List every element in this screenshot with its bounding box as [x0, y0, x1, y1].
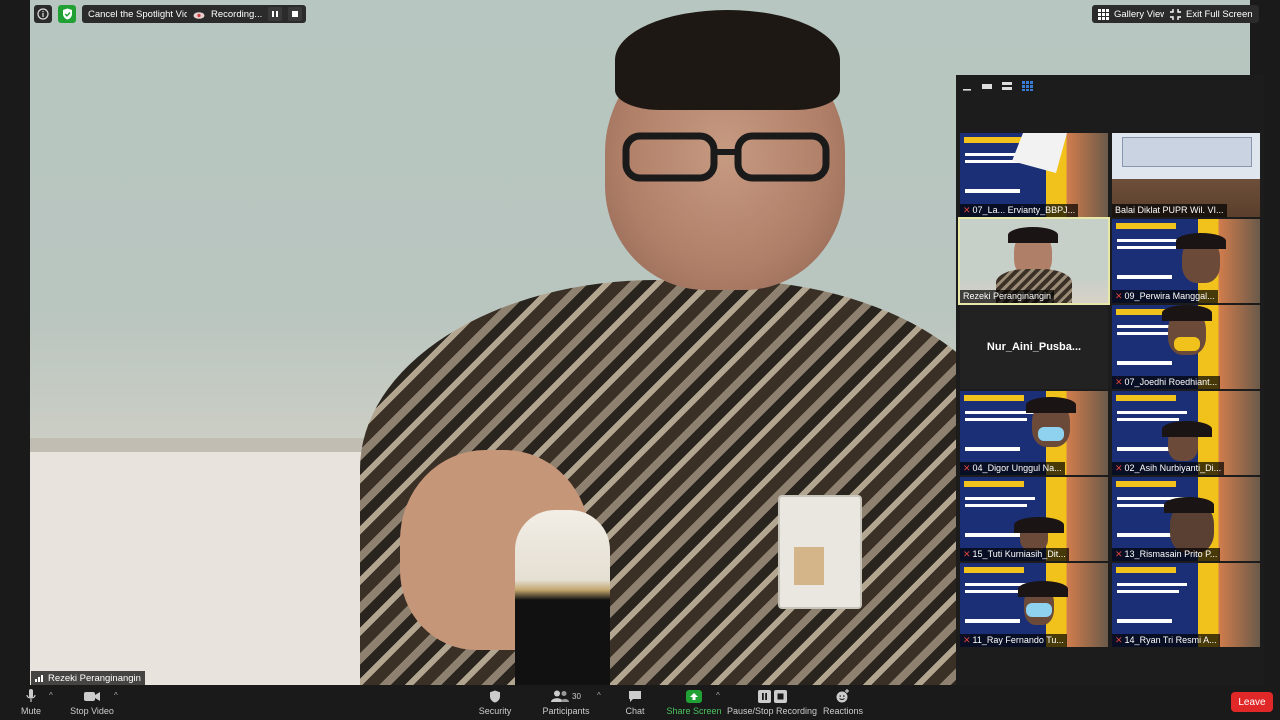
exit-fullscreen-label: Exit Full Screen	[1186, 8, 1253, 20]
muted-mic-icon: ✕	[1115, 463, 1123, 473]
muted-mic-icon: ✕	[1115, 291, 1123, 301]
participant-name: Balai Diklat PUPR Wil. VI...	[1115, 205, 1224, 215]
muted-mic-icon: ✕	[1115, 549, 1123, 559]
participant-name: 14_Ryan Tri Resmi A...	[1124, 635, 1217, 645]
stop-video-button[interactable]: Stop Video	[68, 685, 116, 720]
gallery-side-panel: ✕ 07_La... Ervianty_BBPJ... Balai Diklat …	[956, 75, 1264, 685]
speaker-name: Rezeki Peranginangin	[48, 672, 141, 684]
participant-name: Rezeki Peranginangin	[963, 291, 1052, 301]
mute-options-caret[interactable]: ^	[49, 691, 53, 700]
participant-tile[interactable]: ✕ 04_Digor Unggul Na...	[960, 391, 1108, 475]
security-label: Security	[478, 706, 512, 716]
grid-icon	[1098, 8, 1109, 20]
chat-button[interactable]: Chat	[620, 685, 650, 720]
stop-recording-icon[interactable]	[288, 7, 303, 21]
participant-tile[interactable]: ✕ 07_Joedhi Roedhiant...	[1112, 305, 1260, 389]
participant-name: 11_Ray Fernando Tu...	[972, 635, 1064, 645]
participant-name: Nur_Aini_Pusba...	[986, 341, 1082, 353]
share-screen-icon	[686, 689, 702, 703]
muted-mic-icon: ✕	[963, 635, 971, 645]
speaker-glasses	[622, 132, 830, 182]
pause-recording-label: Pause/Stop Recording	[726, 706, 818, 716]
signal-bars-icon	[35, 675, 43, 682]
participants-count: 30	[572, 691, 581, 701]
muted-mic-icon: ✕	[1115, 377, 1123, 387]
participants-button[interactable]: 30 Participants	[540, 685, 592, 720]
muted-mic-icon: ✕	[963, 205, 971, 215]
participants-icon	[551, 690, 570, 702]
participant-tile-active-speaker[interactable]: Rezeki Peranginangin	[958, 217, 1110, 305]
muted-mic-icon: ✕	[963, 549, 971, 559]
video-options-caret[interactable]: ^	[114, 691, 118, 700]
pause-recording-icon[interactable]	[268, 7, 283, 21]
participant-name: 04_Digor Unggul Na...	[972, 463, 1062, 473]
participant-name: 07_Joedhi Roedhiant...	[1124, 377, 1218, 387]
id-badge	[778, 495, 862, 609]
smiley-plus-icon	[836, 689, 849, 703]
participants-label: Participants	[542, 706, 590, 716]
muted-mic-icon: ✕	[963, 463, 971, 473]
chat-label: Chat	[625, 706, 645, 716]
participant-tile[interactable]: ✕ 15_Tuti Kurniasih_Dit...	[960, 477, 1108, 561]
thumbnail-view-icon[interactable]	[981, 81, 993, 91]
participant-name: 02_Asih Nurbiyanti_Di...	[1124, 463, 1222, 473]
reactions-label: Reactions	[822, 706, 864, 716]
participant-name: 13_Rismasain Prito P...	[1124, 549, 1218, 559]
recording-label: Recording...	[211, 8, 263, 20]
pause-stop-recording-button[interactable]: Pause/Stop Recording	[726, 685, 818, 720]
muted-mic-icon: ✕	[1115, 635, 1123, 645]
leave-button[interactable]: Leave	[1231, 692, 1273, 712]
active-speaker-name-tag: Rezeki Peranginangin	[31, 671, 145, 685]
participant-tile[interactable]: Balai Diklat PUPR Wil. VI...	[1112, 133, 1260, 217]
shield-icon[interactable]	[58, 5, 76, 23]
meeting-stage: Cancel the Spotlight Video Recording... …	[0, 0, 1280, 685]
video-camera-icon	[84, 691, 100, 701]
cloud-record-icon	[193, 11, 205, 19]
participant-tile[interactable]: Nur_Aini_Pusba...	[960, 305, 1108, 389]
participant-tile[interactable]: ✕ 09_Perwira Manggal...	[1112, 219, 1260, 303]
share-screen-button[interactable]: Share Screen	[666, 685, 722, 720]
participant-name: 15_Tuti Kurniasih_Dit...	[972, 549, 1066, 559]
mute-button[interactable]: Mute	[14, 685, 48, 720]
microphone-icon	[26, 689, 36, 702]
info-icon[interactable]	[34, 5, 52, 23]
meeting-toolbar: Mute ^ Stop Video ^ Security 30 Particip…	[0, 685, 1280, 720]
participant-name: 07_La... Ervianty_BBPJ...	[972, 205, 1076, 215]
mute-label: Mute	[20, 706, 41, 716]
microphone	[515, 510, 610, 685]
participant-tile[interactable]: ✕ 02_Asih Nurbiyanti_Di...	[1112, 391, 1260, 475]
chat-bubble-icon	[629, 690, 641, 702]
share-screen-label: Share Screen	[666, 706, 722, 716]
shield-icon	[490, 690, 500, 702]
gallery-view-label: Gallery View	[1114, 8, 1168, 20]
pause-icon	[757, 689, 771, 703]
participant-name: 09_Perwira Manggal...	[1124, 291, 1215, 301]
participant-tile[interactable]: ✕ 13_Rismasain Prito P...	[1112, 477, 1260, 561]
meeting-top-left-controls: Cancel the Spotlight Video	[34, 5, 206, 23]
grid-view-icon[interactable]	[1021, 81, 1033, 91]
participant-tile[interactable]: ✕ 07_La... Ervianty_BBPJ...	[960, 133, 1108, 217]
stop-video-label: Stop Video	[70, 706, 114, 716]
minimize-icon[interactable]	[961, 81, 973, 91]
share-options-caret[interactable]: ^	[716, 691, 720, 700]
participant-tile[interactable]: ✕ 11_Ray Fernando Tu...	[960, 563, 1108, 647]
recording-indicator: Recording...	[187, 5, 307, 23]
strip-view-icon[interactable]	[1001, 81, 1013, 91]
participant-tile[interactable]: ✕ 14_Ryan Tri Resmi A...	[1112, 563, 1260, 647]
exit-fullscreen-button[interactable]: Exit Full Screen	[1164, 5, 1259, 23]
exit-fullscreen-icon	[1170, 8, 1181, 20]
panel-view-controls	[956, 75, 1269, 97]
security-button[interactable]: Security	[475, 685, 515, 720]
gallery-view-button[interactable]: Gallery View	[1092, 5, 1174, 23]
stop-icon	[773, 689, 787, 703]
reactions-button[interactable]: Reactions	[822, 685, 864, 720]
participants-options-caret[interactable]: ^	[597, 691, 601, 700]
